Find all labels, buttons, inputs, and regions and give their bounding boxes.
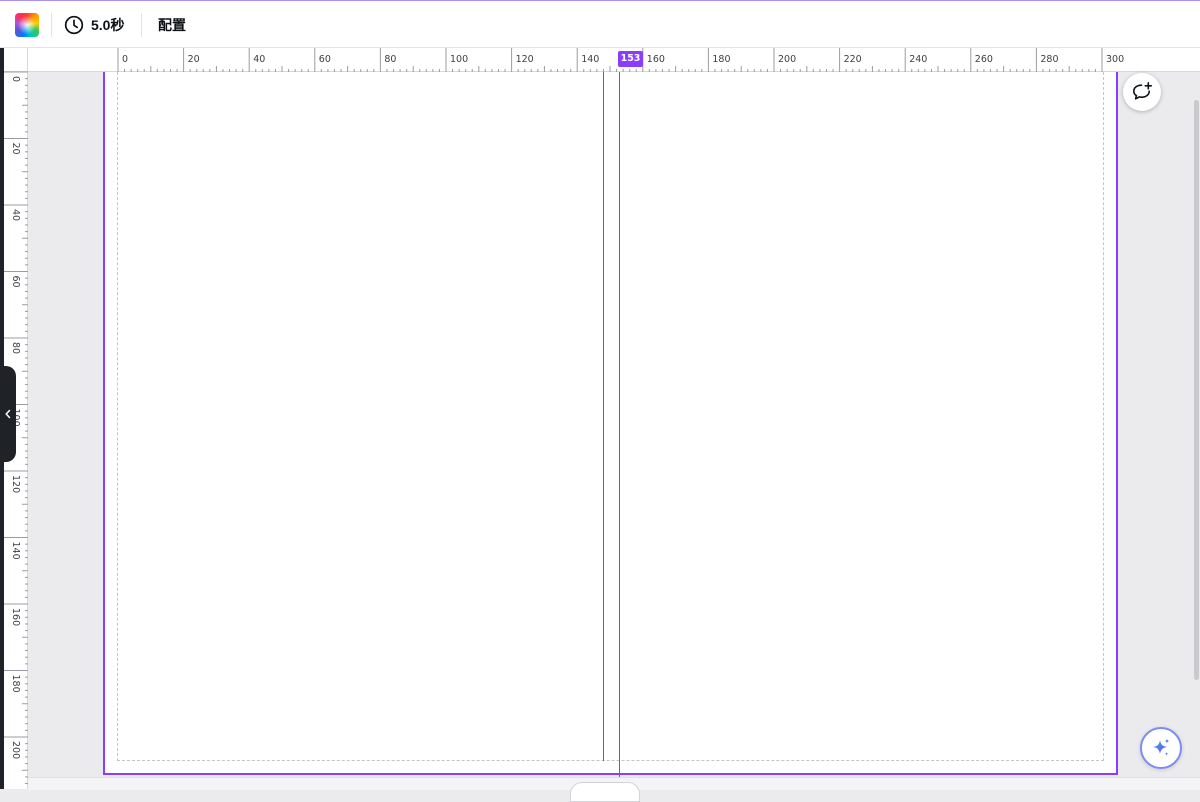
ruler-tick-label: 80	[384, 54, 396, 65]
arrange-button[interactable]: 配置	[158, 13, 186, 37]
ruler-tick-label: 0	[122, 54, 128, 65]
color-picker-button[interactable]	[15, 13, 39, 37]
ruler-tick-label: 60	[319, 54, 331, 65]
comment-plus-icon	[1133, 82, 1153, 100]
ruler-tick-label: 240	[909, 54, 927, 65]
ruler-tick-label: 280	[1040, 54, 1058, 65]
ruler-tick-label: 160	[647, 54, 665, 65]
add-comment-button[interactable]	[1123, 73, 1161, 111]
ruler-tick-label: 180	[712, 54, 730, 65]
horizontal-ruler[interactable]: 0 20 40 60 80 100 120 140 160 180 200 220 240 260 280 3…	[28, 48, 1200, 72]
magic-assistant-button[interactable]	[1140, 727, 1182, 769]
ruler-tick-label: 140	[10, 542, 21, 560]
ruler-tick-label: 40	[253, 54, 265, 65]
ruler-tick-label: 200	[10, 741, 21, 759]
sparkle-icon	[1153, 738, 1170, 756]
ruler-corner	[4, 48, 28, 72]
duration-label: 5.0秒	[91, 17, 125, 33]
safe-margin-outline	[117, 72, 1104, 761]
clock-icon	[64, 15, 84, 35]
ruler-tick-label: 40	[10, 209, 21, 221]
duration-button[interactable]: 5.0秒	[64, 13, 124, 37]
page-navigator-toggle[interactable]	[570, 782, 640, 802]
center-guide-line[interactable]	[603, 72, 604, 761]
ruler-tick-label: 160	[10, 608, 21, 626]
ruler-tick-label: 300	[1106, 54, 1124, 65]
ruler-tick-label: 0	[10, 76, 21, 82]
vertical-scrollbar[interactable]	[1194, 100, 1199, 680]
ruler-tick-label: 120	[516, 54, 534, 65]
guide-position-marker[interactable]: 153	[618, 51, 643, 67]
toolbar-divider	[51, 13, 52, 37]
ruler-guide-line[interactable]	[619, 72, 620, 789]
ruler-tick-label: 140	[581, 54, 599, 65]
ruler-tick-label: 60	[10, 276, 21, 288]
top-toolbar: 5.0秒 配置	[0, 0, 1200, 48]
toolbar-divider	[141, 13, 142, 37]
ruler-tick-label: 220	[844, 54, 862, 65]
ruler-tick-label: 20	[188, 54, 200, 65]
ruler-tick-label: 260	[975, 54, 993, 65]
ruler-tick-label: 180	[10, 675, 21, 693]
ruler-tick-label: 100	[450, 54, 468, 65]
ruler-tick-label: 200	[778, 54, 796, 65]
collapse-panel-button[interactable]	[0, 366, 16, 462]
ruler-tick-label: 20	[10, 143, 21, 155]
ruler-tick-label: 80	[10, 342, 21, 354]
horizontal-ruler-scale: 0 20 40 60 80 100 120 140 160 180 200 220 240 260 280 3…	[117, 48, 1124, 72]
chevron-left-icon	[5, 409, 11, 419]
ruler-tick-label: 120	[10, 475, 21, 493]
